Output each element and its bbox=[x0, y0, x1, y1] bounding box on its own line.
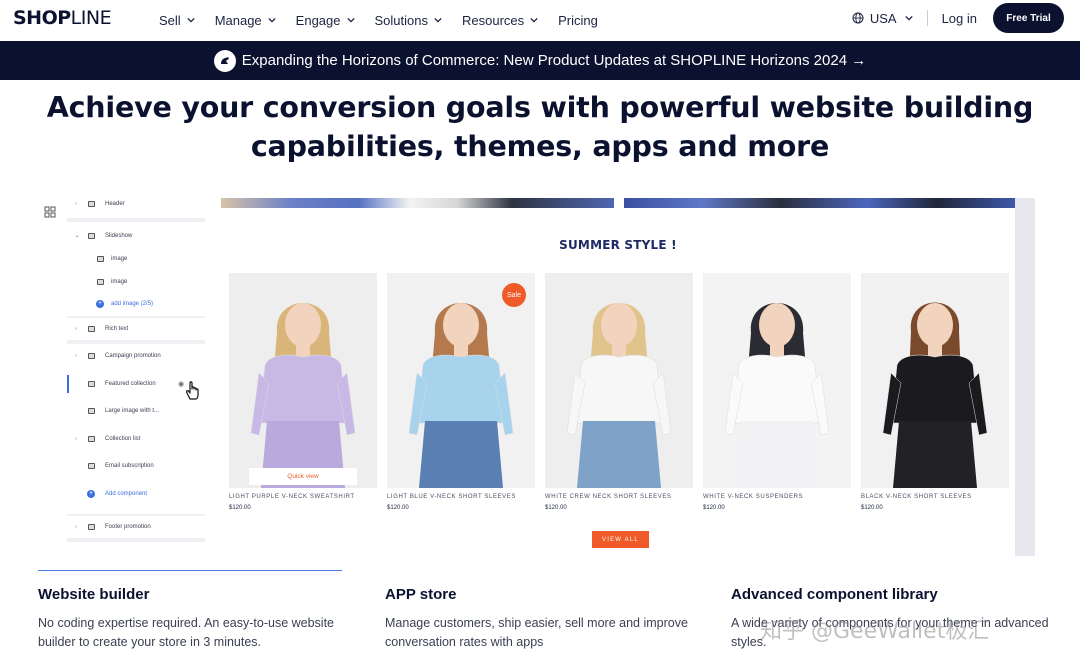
chevron-down-icon bbox=[268, 17, 276, 23]
image-icon bbox=[97, 279, 104, 285]
plus-icon: + bbox=[87, 490, 95, 498]
sale-badge: Sale bbox=[502, 283, 526, 307]
menu-solutions[interactable]: Solutions bbox=[375, 13, 442, 28]
menu-pricing[interactable]: Pricing bbox=[558, 13, 598, 28]
product-name[interactable]: BLACK V-NECK SHORT SLEEVES bbox=[861, 494, 972, 500]
preview-canvas: SUMMER STYLE ! Quick view LIGHT PURPLE V-… bbox=[221, 198, 1015, 556]
editor-item-campaign-promotion[interactable]: › Campaign promotion bbox=[67, 346, 205, 366]
menu-resources[interactable]: Resources bbox=[462, 13, 538, 28]
banner-text: Expanding the Horizons of Commerce: New … bbox=[241, 52, 867, 69]
product-name[interactable]: WHITE V-NECK SUSPENDERS bbox=[703, 494, 803, 500]
editor-item-collection-list[interactable]: › Collection list bbox=[67, 429, 205, 449]
slideshow-image-right bbox=[624, 198, 1015, 208]
tag-icon bbox=[88, 381, 95, 387]
nav-divider bbox=[926, 10, 928, 26]
top-nav: SHOPLINE Sell Manage Engage Solutions Re… bbox=[0, 0, 1080, 40]
text-icon bbox=[88, 326, 95, 332]
builder-demo: › Header ⌄ Slideshow image image + add imag… bbox=[40, 198, 1035, 556]
editor-item-large-image[interactable]: Large image with t... bbox=[67, 401, 205, 421]
product-price: $120.00 bbox=[861, 505, 883, 511]
editor-add-component[interactable]: + Add component bbox=[67, 484, 205, 504]
feature-title: Website builder bbox=[38, 586, 150, 603]
watermark: 知乎 @GeeWallet极汇 bbox=[760, 619, 990, 644]
main-menu: Sell Manage Engage Solutions Resources P… bbox=[159, 0, 618, 40]
editor-subitem-image[interactable]: image bbox=[67, 249, 205, 269]
product-card[interactable]: WHITE CREW NECK SHORT SLEEVES $120.00 bbox=[545, 273, 693, 511]
feature-description: No coding expertise required. An easy-to… bbox=[38, 616, 334, 649]
hand-cursor-icon bbox=[186, 381, 199, 400]
editor-subitem-image[interactable]: image bbox=[67, 272, 205, 292]
globe-icon bbox=[852, 12, 864, 24]
menu-sell[interactable]: Sell bbox=[159, 13, 195, 28]
feature-description: Manage customers, ship easier, sell more… bbox=[385, 616, 688, 649]
chevron-down-icon bbox=[434, 17, 442, 23]
editor-group-more bbox=[67, 542, 205, 556]
region-label: USA bbox=[869, 10, 897, 26]
slideshow-image-left bbox=[221, 198, 614, 208]
product-name[interactable]: LIGHT BLUE V-NECK SHORT SLEEVES bbox=[387, 494, 516, 500]
slideshow-icon bbox=[88, 233, 95, 239]
plus-icon: + bbox=[96, 300, 104, 308]
section-icon bbox=[88, 353, 95, 359]
product-image[interactable]: Quick view bbox=[229, 273, 377, 488]
editor-item-slideshow[interactable]: ⌄ Slideshow bbox=[67, 226, 205, 246]
editor-item-footer-promotion[interactable]: › Footer promotion bbox=[67, 517, 205, 537]
chevron-down-icon bbox=[346, 17, 355, 23]
quick-view-button[interactable]: Quick view bbox=[249, 468, 357, 485]
product-card[interactable]: WHITE V-NECK SUSPENDERS $120.00 bbox=[703, 273, 851, 511]
collection-icon bbox=[88, 436, 95, 442]
active-tab-indicator bbox=[38, 570, 342, 571]
product-price: $120.00 bbox=[545, 505, 567, 511]
store-preview: SUMMER STYLE ! Quick view LIGHT PURPLE V-… bbox=[221, 198, 1035, 556]
view-all-button[interactable]: VIEW ALL bbox=[592, 531, 649, 548]
section-icon bbox=[88, 524, 95, 530]
product-image[interactable] bbox=[545, 273, 693, 488]
product-image[interactable] bbox=[861, 273, 1009, 488]
product-card[interactable]: BLACK V-NECK SHORT SLEEVES $120.00 bbox=[861, 273, 1009, 511]
shopline-logo[interactable]: SHOPLINE bbox=[13, 7, 112, 29]
product-price: $120.00 bbox=[703, 505, 725, 511]
free-trial-button[interactable]: Free Trial bbox=[993, 3, 1064, 33]
components-icon[interactable] bbox=[44, 206, 56, 218]
image-icon bbox=[97, 256, 104, 262]
editor-item-email-subscription[interactable]: Email subscription bbox=[67, 456, 205, 476]
nav-right: USA Log in Free Trial bbox=[852, 3, 1064, 33]
region-selector[interactable]: USA bbox=[852, 11, 913, 26]
login-link[interactable]: Log in bbox=[942, 11, 977, 26]
menu-manage[interactable]: Manage bbox=[215, 13, 276, 28]
mail-icon bbox=[88, 463, 95, 469]
headline-line-2: capabilities, themes, apps and more bbox=[250, 130, 830, 163]
product-name[interactable]: WHITE CREW NECK SHORT SLEEVES bbox=[545, 494, 672, 500]
chevron-down-icon bbox=[904, 15, 913, 21]
product-card[interactable]: Sale LIGHT BLUE V-NECK SHORT SLEEVES $120.… bbox=[387, 273, 535, 511]
menu-engage[interactable]: Engage bbox=[296, 13, 355, 28]
product-price: $120.00 bbox=[229, 505, 251, 511]
headline-line-1: Achieve your conversion goals with power… bbox=[46, 91, 1034, 124]
product-image[interactable] bbox=[703, 273, 851, 488]
feature-app-store[interactable]: APP store Manage customers, ship easier,… bbox=[385, 586, 705, 652]
horizons-badge-icon bbox=[213, 49, 236, 72]
page-headline: Achieve your conversion goals with power… bbox=[40, 88, 1040, 166]
product-price: $120.00 bbox=[387, 505, 409, 511]
product-image[interactable]: Sale bbox=[387, 273, 535, 488]
feature-title: APP store bbox=[385, 586, 457, 603]
editor-item-header[interactable]: › Header bbox=[67, 198, 205, 214]
chevron-down-icon bbox=[530, 17, 538, 23]
section-icon bbox=[88, 201, 95, 207]
editor-sidebar: › Header ⌄ Slideshow image image + add imag… bbox=[67, 198, 205, 556]
image-icon bbox=[88, 408, 95, 414]
editor-item-rich-text[interactable]: › Rich text bbox=[67, 319, 205, 339]
editor-add-image[interactable]: + add image (2/5) bbox=[67, 294, 205, 314]
product-name[interactable]: LIGHT PURPLE V-NECK SWEATSHIRT bbox=[229, 494, 355, 500]
chevron-down-icon bbox=[187, 17, 195, 23]
product-card[interactable]: Quick view LIGHT PURPLE V-NECK SWEATSHIRT… bbox=[229, 273, 377, 511]
feature-website-builder[interactable]: Website builder No coding expertise requ… bbox=[38, 586, 358, 652]
collection-title: SUMMER STYLE ! bbox=[559, 238, 677, 252]
feature-title: Advanced component library bbox=[731, 586, 938, 603]
announcement-banner[interactable]: Expanding the Horizons of Commerce: New … bbox=[0, 41, 1080, 80]
